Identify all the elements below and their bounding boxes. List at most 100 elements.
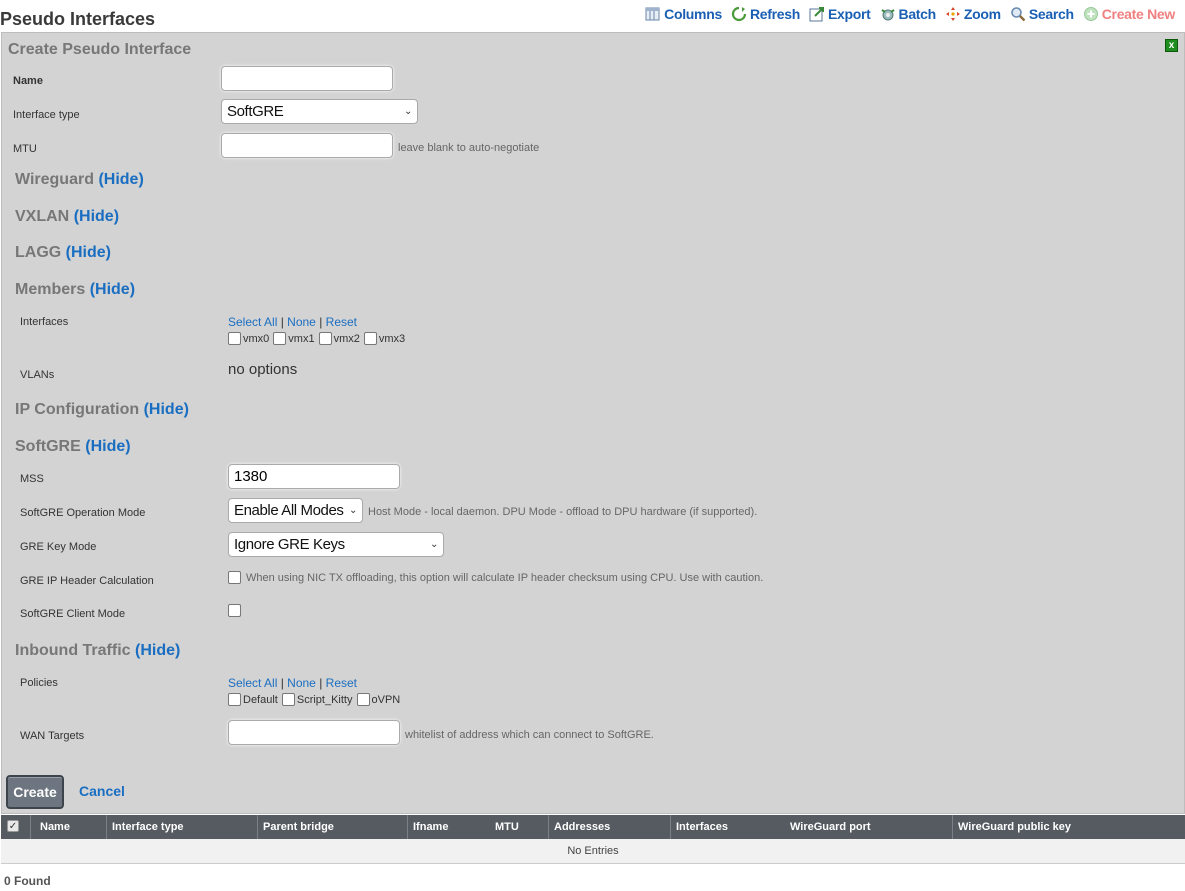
export-button[interactable]: Export — [809, 6, 871, 22]
section-lagg: LAGG (Hide) — [15, 244, 111, 262]
policy-option: Script_Kitty — [281, 693, 353, 706]
interface-checkbox[interactable] — [228, 332, 241, 345]
interface-option-label: vmx1 — [288, 332, 315, 345]
gre-ip-header-label: GRE IP Header Calculation — [20, 575, 154, 587]
export-icon — [809, 7, 824, 22]
policy-checkbox[interactable] — [228, 693, 241, 706]
batch-button[interactable]: Batch — [880, 6, 936, 22]
operation-mode-value: Enable All Modes — [234, 502, 344, 519]
members-hide-toggle[interactable]: (Hide) — [90, 281, 135, 298]
interface-type-value: SoftGRE — [227, 103, 284, 120]
create-new-button[interactable]: Create New — [1083, 6, 1175, 22]
export-label: Export — [827, 6, 871, 22]
result-count: 0 Found — [4, 874, 51, 888]
operation-mode-label: SoftGRE Operation Mode — [20, 507, 146, 519]
wireguard-hide-toggle[interactable]: (Hide) — [98, 171, 143, 188]
policy-option-label: Default — [243, 693, 278, 706]
refresh-label: Refresh — [749, 6, 800, 22]
operation-mode-hint: Host Mode - local daemon. DPU Mode - off… — [368, 506, 758, 518]
interfaces-select-links: Select All | None | Reset — [228, 315, 357, 329]
column-header-addresses[interactable]: Addresses — [549, 815, 671, 839]
search-button[interactable]: Search — [1010, 6, 1074, 22]
column-header-interfaces[interactable]: Interfaces — [671, 815, 785, 839]
column-header-ifname[interactable]: Ifname — [408, 815, 490, 839]
grid-empty-row: No Entries — [1, 839, 1185, 864]
name-input[interactable] — [221, 66, 393, 91]
interface-checkbox[interactable] — [363, 332, 377, 345]
ip-configuration-hide-toggle[interactable]: (Hide) — [144, 401, 189, 418]
zoom-icon — [945, 7, 960, 21]
column-header-interface-type[interactable]: Interface type — [107, 815, 258, 839]
gre-ip-header-hint: When using NIC TX offloading, this optio… — [246, 571, 764, 584]
refresh-button[interactable]: Refresh — [731, 6, 800, 22]
name-label: Name — [13, 75, 43, 87]
interfaces-reset-link[interactable]: Reset — [326, 315, 357, 329]
policy-option: oVPN — [356, 693, 401, 706]
policies-select-all-link[interactable]: Select All — [228, 676, 277, 690]
select-all-checkbox[interactable]: ✓ — [7, 820, 19, 832]
lagg-hide-toggle[interactable]: (Hide) — [66, 244, 111, 261]
columns-button[interactable]: Columns — [645, 6, 722, 22]
interfaces-none-link[interactable]: None — [287, 315, 316, 329]
column-header-mtu[interactable]: MTU — [490, 815, 549, 839]
close-icon[interactable]: x — [1165, 39, 1178, 52]
policies-checkbox-list: Default Script_Kitty oVPN — [228, 693, 404, 706]
section-inbound-traffic-title: Inbound Traffic — [15, 642, 131, 659]
mss-input[interactable] — [228, 464, 400, 489]
vlans-label: VLANs — [20, 369, 55, 381]
interface-type-label: Interface type — [13, 109, 80, 121]
gre-ip-header-row: When using NIC TX offloading, this optio… — [228, 571, 763, 584]
policy-option-label: oVPN — [371, 693, 401, 706]
vlans-value: no options — [228, 361, 298, 378]
columns-icon — [645, 7, 660, 21]
gre-key-mode-select[interactable]: Ignore GRE Keys ⌄ — [228, 532, 444, 557]
separator: | — [280, 315, 284, 329]
mtu-input[interactable] — [221, 133, 393, 158]
policies-reset-link[interactable]: Reset — [326, 676, 357, 690]
client-mode-label: SoftGRE Client Mode — [20, 608, 126, 620]
softgre-hide-toggle[interactable]: (Hide) — [85, 438, 130, 455]
section-ip-configuration: IP Configuration (Hide) — [15, 401, 189, 419]
inbound-traffic-hide-toggle[interactable]: (Hide) — [135, 642, 180, 659]
toolbar: Columns Refresh Export Batch Zoom Search… — [636, 6, 1175, 22]
interface-option-label: vmx0 — [243, 332, 270, 345]
client-mode-checkbox[interactable] — [228, 604, 241, 617]
wan-targets-input[interactable] — [228, 720, 400, 745]
interface-option: vmx3 — [363, 332, 405, 345]
policies-select-links: Select All | None | Reset — [228, 676, 357, 690]
column-header-parent-bridge[interactable]: Parent bridge — [258, 815, 408, 839]
section-softgre-title: SoftGRE — [15, 438, 81, 455]
mss-label: MSS — [20, 473, 44, 485]
column-header-wireguard-port[interactable]: WireGuard port — [785, 815, 953, 839]
section-vxlan: VXLAN (Hide) — [15, 208, 119, 226]
create-panel: Create Pseudo Interface x Name Interface… — [1, 32, 1185, 814]
policy-checkbox[interactable] — [356, 693, 370, 706]
section-ip-configuration-title: IP Configuration — [15, 401, 140, 418]
batch-icon — [880, 9, 895, 21]
policies-none-link[interactable]: None — [287, 676, 316, 690]
interface-type-select[interactable]: SoftGRE ⌄ — [221, 99, 418, 124]
separator: | — [319, 676, 323, 690]
create-button[interactable]: Create — [6, 775, 64, 809]
cancel-button[interactable]: Cancel — [79, 783, 125, 799]
policy-checkbox[interactable] — [281, 693, 295, 706]
zoom-button[interactable]: Zoom — [945, 6, 1001, 22]
interface-checkbox[interactable] — [318, 332, 332, 345]
gre-key-mode-value: Ignore GRE Keys — [234, 536, 345, 553]
gre-ip-header-checkbox[interactable] — [228, 571, 241, 584]
column-header-name[interactable]: Name — [35, 815, 107, 839]
grid-header: ✓ Name Interface type Parent bridge Ifna… — [1, 815, 1185, 839]
operation-mode-select[interactable]: Enable All Modes ⌄ — [228, 498, 363, 523]
interface-checkbox[interactable] — [273, 332, 287, 345]
refresh-icon — [731, 6, 747, 22]
interfaces-checkbox-list: vmx0 vmx1 vmx2 vmx3 — [228, 332, 409, 345]
separator: | — [280, 676, 284, 690]
section-inbound-traffic: Inbound Traffic (Hide) — [15, 642, 180, 660]
section-wireguard: Wireguard (Hide) — [15, 171, 144, 189]
column-header-wireguard-public-key[interactable]: WireGuard public key — [953, 815, 1185, 839]
interface-option: vmx0 — [228, 332, 269, 345]
search-label: Search — [1028, 6, 1074, 22]
interfaces-label: Interfaces — [20, 316, 69, 328]
interfaces-select-all-link[interactable]: Select All — [228, 315, 277, 329]
vxlan-hide-toggle[interactable]: (Hide) — [74, 208, 119, 225]
